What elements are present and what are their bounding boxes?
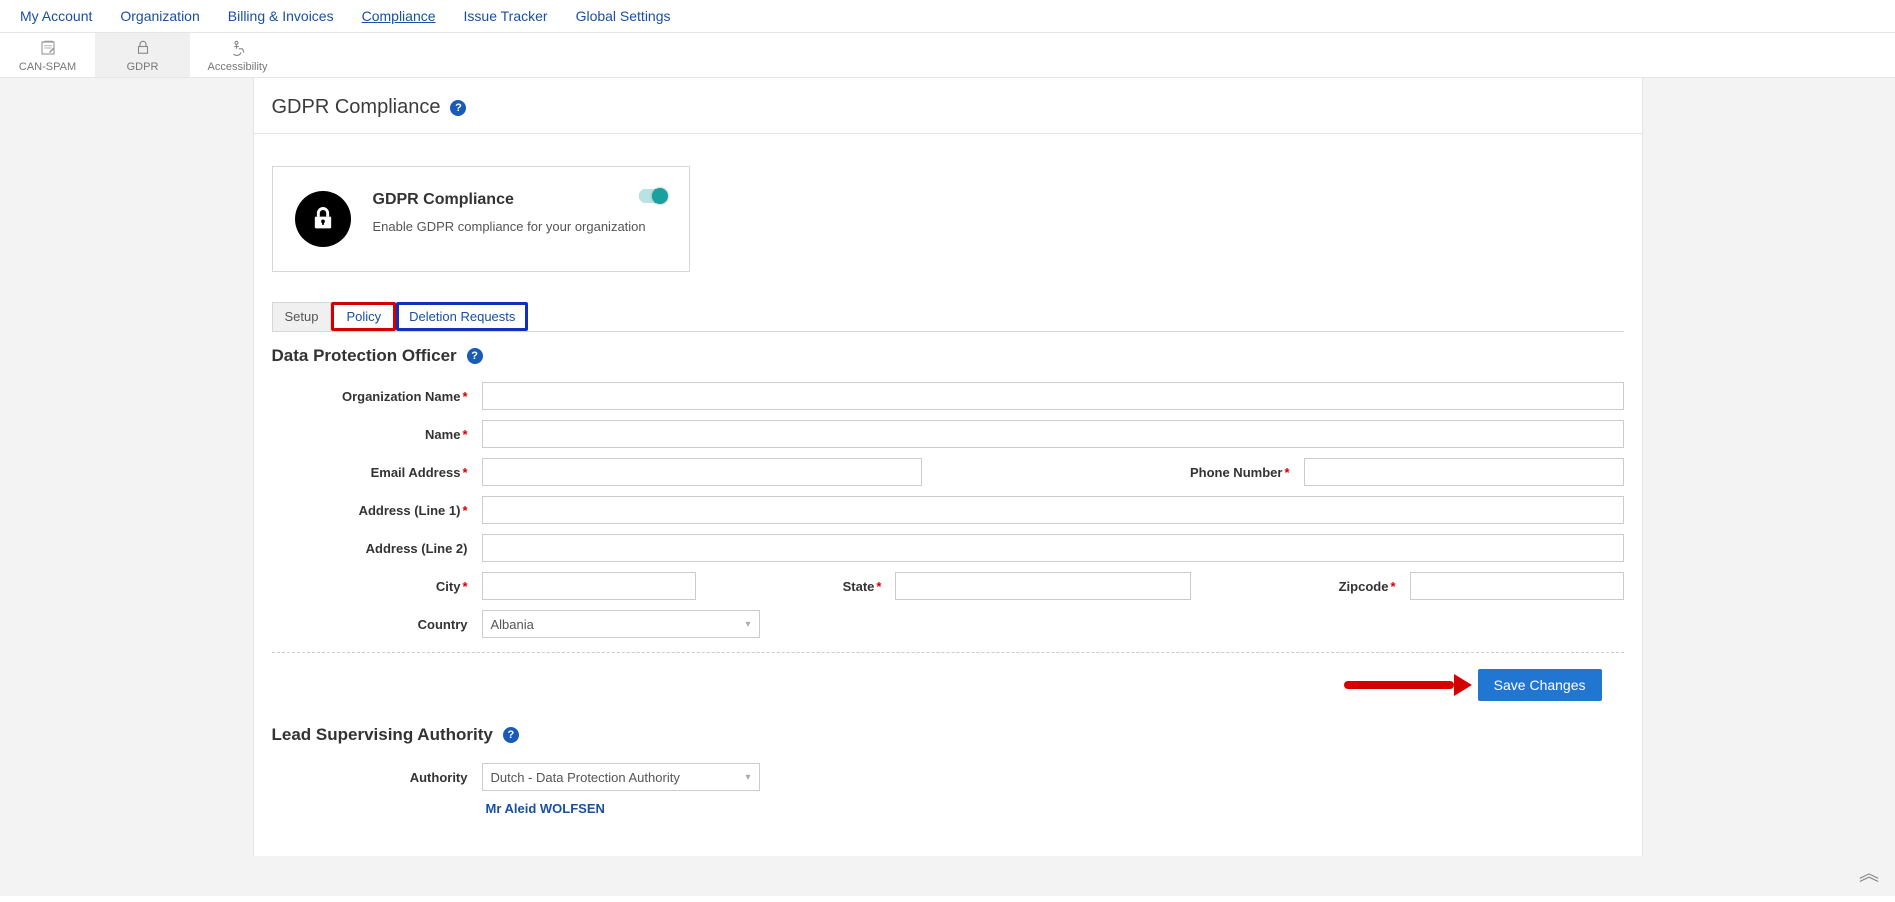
label-email: Email Address* (272, 465, 468, 480)
name-input[interactable] (482, 420, 1624, 448)
gdpr-toggle[interactable] (639, 189, 667, 203)
accessibility-icon (228, 39, 248, 57)
dpo-section: Data Protection Officer ? Organization N… (254, 332, 1642, 638)
page-background: GDPR Compliance ? GDPR Compliance Enable… (0, 78, 1895, 896)
dpo-heading-row: Data Protection Officer ? (272, 346, 1624, 366)
scroll-to-top-icon[interactable]: ︽ (1859, 857, 1879, 886)
label-addr1: Address (Line 1)* (272, 503, 468, 518)
nav-organization[interactable]: Organization (120, 8, 199, 24)
authority-select[interactable]: Dutch - Data Protection Authority ▾ (482, 763, 760, 791)
card-desc: Enable GDPR compliance for your organiza… (373, 219, 646, 234)
addr1-input[interactable] (482, 496, 1624, 524)
email-input[interactable] (482, 458, 922, 486)
tab-policy[interactable]: Policy (331, 302, 396, 331)
nav-my-account[interactable]: My Account (20, 8, 92, 24)
save-changes-button[interactable]: Save Changes (1478, 669, 1602, 701)
dpo-heading: Data Protection Officer (272, 346, 457, 366)
label-org-name: Organization Name* (272, 389, 468, 404)
help-icon[interactable]: ? (467, 348, 483, 364)
subtab-can-spam[interactable]: CAN-SPAM (0, 33, 95, 77)
label-zip: Zipcode* (1339, 579, 1396, 594)
supervising-heading: Lead Supervising Authority (272, 725, 493, 745)
annotation-arrow (1344, 676, 1472, 694)
authority-value: Dutch - Data Protection Authority (491, 770, 680, 785)
form-icon (38, 39, 58, 57)
phone-input[interactable] (1304, 458, 1624, 486)
page-container: GDPR Compliance ? GDPR Compliance Enable… (253, 78, 1643, 856)
country-value: Albania (491, 617, 534, 632)
subtab-label: Accessibility (190, 61, 285, 73)
nav-global-settings[interactable]: Global Settings (576, 8, 671, 24)
subtab-gdpr[interactable]: GDPR (95, 33, 190, 77)
nav-billing[interactable]: Billing & Invoices (228, 8, 334, 24)
country-select[interactable]: Albania ▾ (482, 610, 760, 638)
help-icon[interactable]: ? (450, 100, 466, 116)
supervising-heading-row: Lead Supervising Authority ? (272, 725, 1624, 745)
lock-icon (133, 39, 153, 57)
label-authority: Authority (272, 770, 468, 785)
nav-issue-tracker[interactable]: Issue Tracker (464, 8, 548, 24)
tab-setup[interactable]: Setup (272, 302, 332, 331)
gdpr-toggle-card: GDPR Compliance Enable GDPR compliance f… (272, 166, 690, 272)
subtab-label: CAN-SPAM (0, 61, 95, 73)
label-phone: Phone Number* (1190, 465, 1290, 480)
tab-deletion-requests[interactable]: Deletion Requests (396, 302, 528, 331)
label-country: Country (272, 617, 468, 632)
page-title: GDPR Compliance (272, 96, 441, 119)
supervising-section: Lead Supervising Authority ? Authority D… (254, 711, 1642, 816)
subtab-label: GDPR (95, 61, 190, 73)
nav-compliance[interactable]: Compliance (362, 8, 436, 24)
save-row: Save Changes (254, 653, 1642, 711)
page-title-row: GDPR Compliance ? (254, 96, 1642, 134)
subtab-accessibility[interactable]: Accessibility (190, 33, 285, 77)
top-nav: My Account Organization Billing & Invoic… (0, 0, 1895, 33)
chevron-down-icon: ▾ (745, 772, 750, 783)
lock-circle-icon (295, 191, 351, 247)
label-state: State* (843, 579, 882, 594)
state-input[interactable] (895, 572, 1191, 600)
subtab-bar: CAN-SPAM GDPR Accessibility (0, 33, 1895, 78)
zip-input[interactable] (1410, 572, 1624, 600)
label-name: Name* (272, 427, 468, 442)
chevron-down-icon: ▾ (745, 619, 750, 630)
inner-tabs: Setup Policy Deletion Requests (272, 302, 1624, 332)
org-name-input[interactable] (482, 382, 1624, 410)
label-addr2: Address (Line 2) (272, 541, 468, 556)
addr2-input[interactable] (482, 534, 1624, 562)
authority-contact-name: Mr Aleid WOLFSEN (272, 801, 1624, 816)
help-icon[interactable]: ? (503, 727, 519, 743)
label-city: City* (272, 579, 468, 594)
card-title: GDPR Compliance (373, 191, 646, 209)
city-input[interactable] (482, 572, 696, 600)
